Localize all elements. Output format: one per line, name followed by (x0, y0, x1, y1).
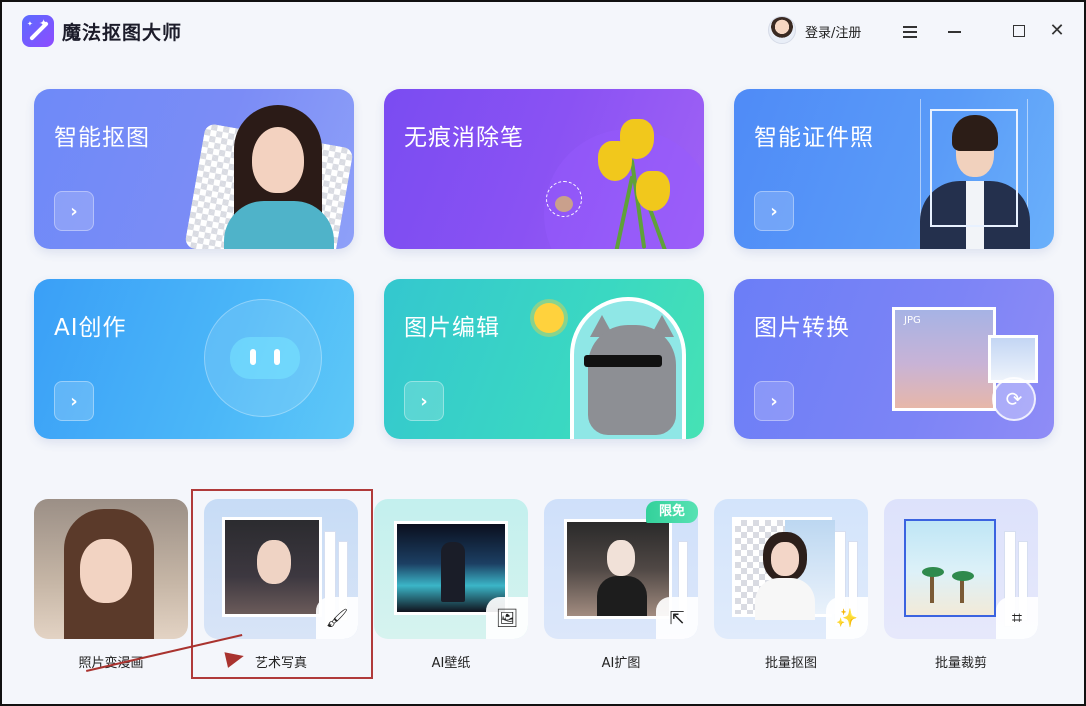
beach-image (904, 519, 996, 617)
chevron-right-icon[interactable]: › (404, 381, 444, 421)
card-title: 智能证件照 (754, 125, 874, 151)
tool-label: 批量裁剪 (934, 656, 987, 671)
chevron-right-icon[interactable]: › (754, 381, 794, 421)
expand-icon: ⇱ (656, 597, 698, 639)
convert-icon: ⟳ (992, 377, 1036, 421)
card-title: 图片编辑 (404, 315, 500, 341)
id-photo-frame (930, 109, 1018, 227)
tool-label: 照片变漫画 (34, 652, 188, 671)
portrait-image (80, 539, 132, 603)
card-title: 智能抠图 (54, 125, 150, 151)
app-window: ✦ ✦ 魔法抠图大师 登录/注册 ✕ 智能抠图 › 无痕消除笔 智能证件照 › … (0, 0, 1086, 706)
chevron-right-icon[interactable]: › (54, 381, 94, 421)
card-eraser-pen[interactable]: 无痕消除笔 (384, 89, 704, 249)
chevron-right-icon[interactable]: › (754, 191, 794, 231)
card-ai-creation[interactable]: AI创作 › (34, 279, 354, 439)
title-bar: ✦ ✦ 魔法抠图大师 登录/注册 ✕ (2, 2, 1084, 60)
user-avatar[interactable] (768, 16, 796, 44)
close-icon[interactable]: ✕ (1044, 18, 1070, 44)
sunglasses-icon (584, 355, 662, 367)
tool-photo-to-comic[interactable] (34, 499, 188, 639)
highlight-box (191, 489, 373, 679)
tool-label: AI壁纸 (431, 656, 471, 671)
card-title: 无痕消除笔 (404, 125, 524, 151)
jpg-label: JPG (904, 315, 921, 326)
card-title: AI创作 (54, 315, 127, 341)
card-image-convert[interactable]: JPG ⟳ 图片转换 › (734, 279, 1054, 439)
limited-free-badge: 限免 (646, 501, 698, 523)
minimize-icon[interactable] (942, 18, 968, 44)
cat-image (588, 325, 676, 435)
app-title: 魔法抠图大师 (62, 22, 183, 44)
erase-target-icon (546, 181, 582, 217)
ai-robot-icon (230, 337, 300, 379)
image-icon: 🖼 (486, 597, 528, 639)
app-logo-icon: ✦ ✦ (22, 15, 54, 47)
magic-wand-icon: ✨ (826, 597, 868, 639)
sun-icon (534, 303, 564, 333)
tool-label: 批量抠图 (764, 656, 817, 671)
tool-batch-cutout[interactable]: ✨ (714, 499, 868, 639)
crop-icon: ⌗ (996, 597, 1038, 639)
login-register-link[interactable]: 登录/注册 (805, 22, 861, 41)
chevron-right-icon[interactable]: › (54, 191, 94, 231)
maximize-icon[interactable] (1006, 18, 1032, 44)
tool-batch-crop[interactable]: ⌗ (884, 499, 1038, 639)
anime-image (564, 519, 672, 619)
card-id-photo[interactable]: 智能证件照 › (734, 89, 1054, 249)
tool-label: AI扩图 (601, 656, 641, 671)
tool-ai-wallpaper[interactable]: 🖼 (374, 499, 528, 639)
card-smart-cutout[interactable]: 智能抠图 › (34, 89, 354, 249)
card-image-edit[interactable]: 图片编辑 › (384, 279, 704, 439)
cutout-image (732, 517, 835, 620)
card-title: 图片转换 (754, 315, 850, 341)
menu-icon[interactable] (897, 18, 923, 44)
